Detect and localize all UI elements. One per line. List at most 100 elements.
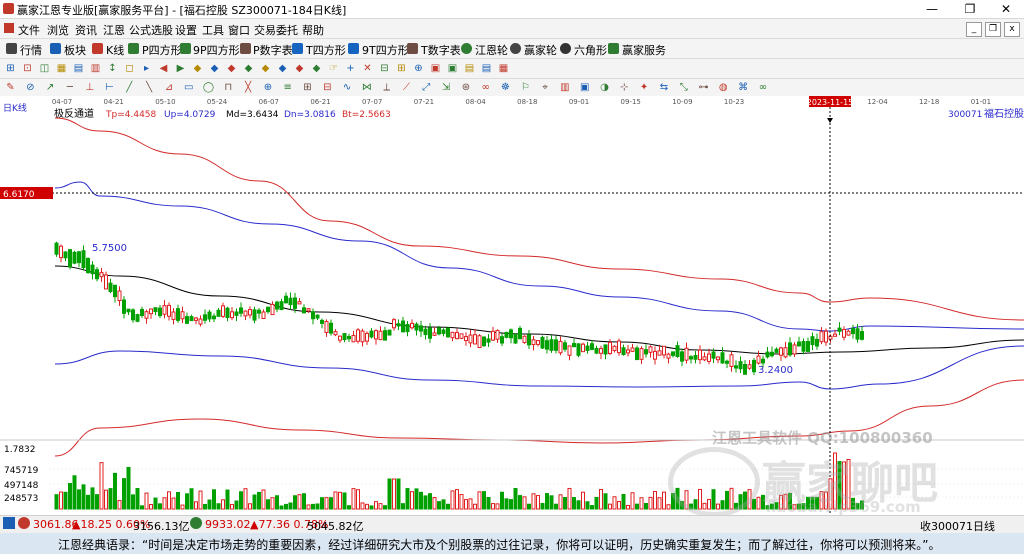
minimize-button[interactable]: — [918, 0, 946, 18]
chart-tool-33-icon[interactable]: ⇆ [657, 81, 670, 94]
tool-6-icon[interactable]: ↕ [106, 62, 119, 75]
mdi-restore-button[interactable]: ❐ [985, 22, 1001, 37]
tool-2-icon[interactable]: ◫ [38, 62, 51, 75]
chart-tool-2-icon[interactable]: ↗ [44, 81, 57, 94]
chart-tool-0-icon[interactable]: ✎ [4, 81, 17, 94]
menu-info[interactable]: 资讯 [75, 22, 97, 38]
chart-tool-1-icon[interactable]: ⊘ [24, 81, 37, 94]
chart-tool-18-icon[interactable]: ⋈ [360, 81, 373, 94]
chart-tool-16-icon[interactable]: ⊟ [321, 81, 334, 94]
tool-24-icon[interactable]: ⊕ [412, 62, 425, 75]
chart-tool-14-icon[interactable]: ≡ [281, 81, 294, 94]
chart-tool-17-icon[interactable]: ∿ [341, 81, 354, 94]
chart-tool-3-icon[interactable]: ─ [63, 81, 76, 94]
btn-hexagon[interactable]: 六角形 [574, 42, 607, 58]
chart-tool-9-icon[interactable]: ▭ [182, 81, 195, 94]
chart-tool-28-icon[interactable]: ▥ [558, 81, 571, 94]
btn-kline[interactable]: K线 [106, 42, 124, 58]
tool-21-icon[interactable]: ✕ [361, 62, 374, 75]
tool-5-icon[interactable]: ▥ [89, 62, 102, 75]
menu-tools[interactable]: 工具 [202, 22, 224, 38]
chart-tool-4-icon[interactable]: ⊥ [83, 81, 96, 94]
btn-9t-square[interactable]: 9T四方形 [362, 42, 409, 58]
menu-file[interactable]: 文件 [18, 22, 40, 38]
chart-tool-27-icon[interactable]: ⌖ [539, 81, 552, 94]
btn-p-square[interactable]: P四方形 [142, 42, 182, 58]
chart-tool-7-icon[interactable]: ╲ [143, 81, 156, 94]
tool-29-icon[interactable]: ▦ [497, 62, 510, 75]
chart-tool-22-icon[interactable]: ⇲ [440, 81, 453, 94]
tool-25-icon[interactable]: ▣ [429, 62, 442, 75]
app-menu-icon[interactable] [4, 23, 14, 33]
chart-tool-13-icon[interactable]: ⊕ [261, 81, 274, 94]
btn-sector[interactable]: 板块 [64, 42, 86, 58]
btn-service[interactable]: 赢家服务 [622, 42, 666, 58]
chart-tool-5-icon[interactable]: ⊢ [103, 81, 116, 94]
tool-4-icon[interactable]: ▤ [72, 62, 85, 75]
menu-trade[interactable]: 交易委托 [254, 22, 298, 38]
tool-18-icon[interactable]: ◆ [310, 62, 323, 75]
restore-button[interactable]: ❐ [956, 0, 984, 18]
tool-19-icon[interactable]: ☞ [327, 62, 340, 75]
menu-formula[interactable]: 公式选股 [129, 22, 173, 38]
chart-tool-35-icon[interactable]: ⊶ [697, 81, 710, 94]
close-button[interactable]: ✕ [992, 0, 1020, 18]
menu-window[interactable]: 窗口 [228, 22, 250, 38]
chart-tool-32-icon[interactable]: ✦ [638, 81, 651, 94]
tool-9-icon[interactable]: ◀ [157, 62, 170, 75]
chart-tool-38-icon[interactable]: ∞ [756, 81, 769, 94]
chart-tool-11-icon[interactable]: ⊓ [222, 81, 235, 94]
tool-8-icon[interactable]: ▸ [140, 62, 153, 75]
status-grid-icon[interactable] [3, 517, 15, 529]
btn-t-number[interactable]: T数字表 [421, 42, 461, 58]
tool-10-icon[interactable]: ▶ [174, 62, 187, 75]
btn-gann-wheel[interactable]: 江恩轮 [475, 42, 508, 58]
tool-14-icon[interactable]: ◆ [242, 62, 255, 75]
mdi-close-button[interactable]: x [1004, 22, 1020, 37]
tool-15-icon[interactable]: ◆ [259, 62, 272, 75]
btn-9p-square[interactable]: 9P四方形 [193, 42, 240, 58]
chart-tool-34-icon[interactable]: ⤡ [677, 81, 690, 94]
menu-gann[interactable]: 江恩 [103, 22, 125, 38]
tool-17-icon[interactable]: ◆ [293, 62, 306, 75]
chart-tool-23-icon[interactable]: ⊛ [459, 81, 472, 94]
tool-20-icon[interactable]: + [344, 62, 357, 75]
tool-3-icon[interactable]: ▦ [55, 62, 68, 75]
chart-tool-29-icon[interactable]: ▣ [578, 81, 591, 94]
chart-tool-31-icon[interactable]: ⊹ [618, 81, 631, 94]
chart-tool-26-icon[interactable]: ⚐ [519, 81, 532, 94]
tool-13-icon[interactable]: ◆ [225, 62, 238, 75]
tool-11-icon[interactable]: ◆ [191, 62, 204, 75]
tool-26-icon[interactable]: ▣ [446, 62, 459, 75]
tool-27-icon[interactable]: ▤ [463, 62, 476, 75]
btn-p-number[interactable]: P数字表 [253, 42, 293, 58]
btn-quote[interactable]: 行情 [20, 42, 42, 58]
chart-tool-24-icon[interactable]: ∞ [479, 81, 492, 94]
tool-1-icon[interactable]: ⊡ [21, 62, 34, 75]
chart-tool-8-icon[interactable]: ⊿ [162, 81, 175, 94]
tool-7-icon[interactable]: ◻ [123, 62, 136, 75]
chart-tool-15-icon[interactable]: ⊞ [301, 81, 314, 94]
tool-28-icon[interactable]: ▤ [480, 62, 493, 75]
chart-tool-37-icon[interactable]: ⌘ [737, 81, 750, 94]
chart-tool-21-icon[interactable]: ⤢ [420, 81, 433, 94]
chart-tool-19-icon[interactable]: ⟂ [380, 81, 393, 94]
tool-23-icon[interactable]: ⊞ [395, 62, 408, 75]
chart-tool-6-icon[interactable]: ╱ [123, 81, 136, 94]
chart-tool-12-icon[interactable]: ╳ [242, 81, 255, 94]
btn-t-square[interactable]: T四方形 [306, 42, 346, 58]
menu-browse[interactable]: 浏览 [47, 22, 69, 38]
mdi-minimize-button[interactable]: _ [966, 22, 982, 37]
tool-12-icon[interactable]: ◆ [208, 62, 221, 75]
chart-tool-25-icon[interactable]: ☸ [499, 81, 512, 94]
menu-help[interactable]: 帮助 [302, 22, 324, 38]
tool-16-icon[interactable]: ◆ [276, 62, 289, 75]
chart-tool-10-icon[interactable]: ◯ [202, 81, 215, 94]
btn-winner-wheel[interactable]: 赢家轮 [524, 42, 557, 58]
tool-0-icon[interactable]: ⊞ [4, 62, 17, 75]
chart-tool-20-icon[interactable]: ⟋ [400, 81, 413, 94]
chart-tool-36-icon[interactable]: ◍ [717, 81, 730, 94]
menu-settings[interactable]: 设置 [175, 22, 197, 38]
chart-tool-30-icon[interactable]: ◑ [598, 81, 611, 94]
tool-22-icon[interactable]: ⊟ [378, 62, 391, 75]
